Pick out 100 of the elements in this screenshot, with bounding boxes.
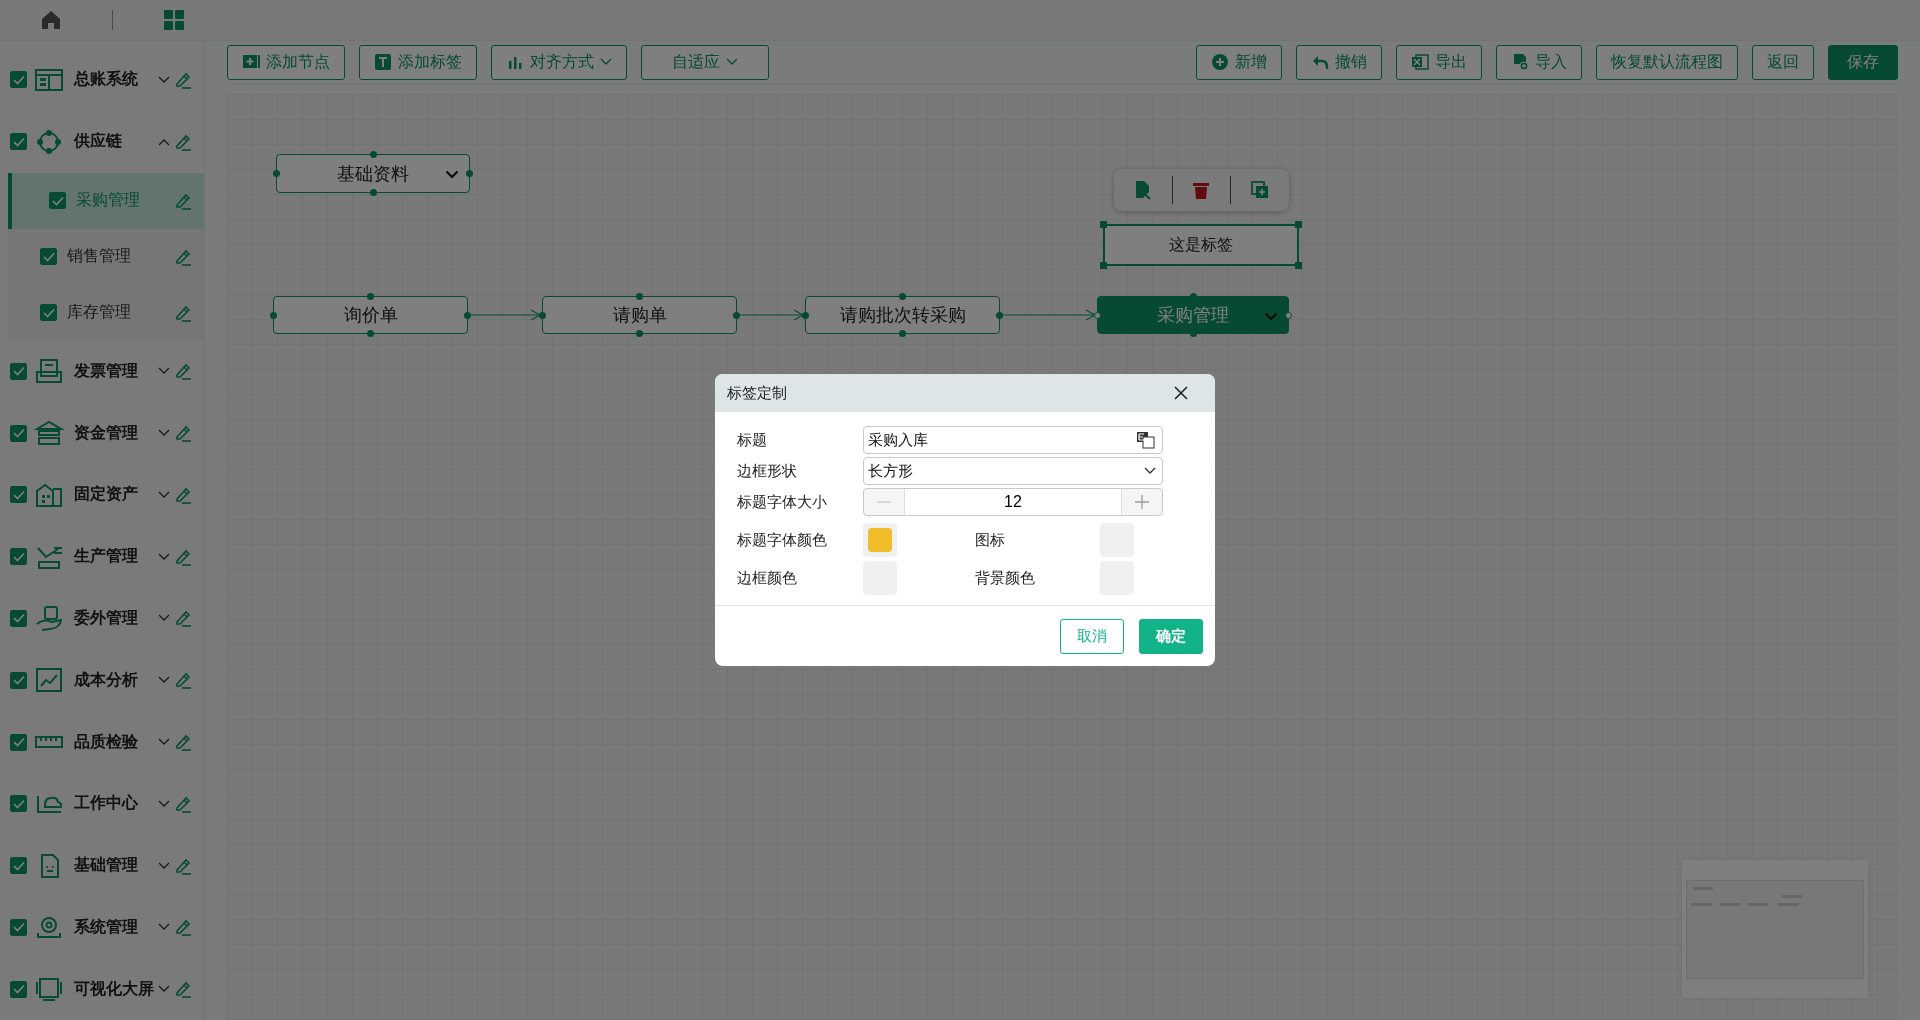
number-field[interactable]: 12 xyxy=(904,489,1122,515)
home-icon[interactable] xyxy=(40,9,62,31)
checkbox[interactable] xyxy=(49,192,66,210)
sidebar-item[interactable]: 品质检验 xyxy=(0,711,204,773)
grid-icon[interactable] xyxy=(163,9,185,31)
edit-icon[interactable] xyxy=(174,980,192,999)
toolbar-button[interactable]: 导入 xyxy=(1496,44,1582,80)
submenu-item[interactable]: 销售管理 xyxy=(8,228,204,285)
edit-icon[interactable] xyxy=(174,671,192,690)
sidebar-item[interactable]: 系统管理 xyxy=(0,896,204,959)
copy-icon[interactable] xyxy=(1249,180,1270,200)
confirm-button[interactable]: 确定 xyxy=(1139,618,1203,654)
connection-port[interactable] xyxy=(369,151,377,158)
sidebar-item[interactable]: 生产管理 xyxy=(0,525,204,588)
resize-handle[interactable] xyxy=(1295,221,1302,228)
delete-icon[interactable] xyxy=(1191,180,1212,200)
resize-handle[interactable] xyxy=(1100,221,1107,228)
connection-port[interactable] xyxy=(1285,311,1292,319)
select-field[interactable]: 长方形 xyxy=(863,457,1163,485)
sidebar-item[interactable]: 固定资产 xyxy=(0,464,204,526)
sidebar-item[interactable]: 委外管理 xyxy=(0,587,204,650)
network-icon xyxy=(34,127,64,156)
sidebar-item[interactable]: 发票管理 xyxy=(0,340,204,403)
connection-port[interactable] xyxy=(539,311,546,319)
checkbox[interactable] xyxy=(10,486,27,504)
chevron-up-icon[interactable] xyxy=(158,137,170,146)
toolbar-button[interactable]: 返回 xyxy=(1752,44,1814,80)
toolbar-button[interactable]: 添加节点 xyxy=(227,44,345,80)
toolbar-button[interactable]: 导出 xyxy=(1396,44,1482,80)
edit-icon[interactable] xyxy=(174,547,192,566)
cancel-button[interactable]: 取消 xyxy=(1060,618,1124,654)
translate-icon[interactable] xyxy=(1136,431,1156,449)
connection-port[interactable] xyxy=(1094,311,1101,319)
connection-port[interactable] xyxy=(899,293,906,300)
connection-port[interactable] xyxy=(636,330,643,337)
checkbox[interactable] xyxy=(10,424,27,442)
connection-port[interactable] xyxy=(464,311,471,319)
edit-icon[interactable] xyxy=(174,609,192,628)
edit-icon[interactable] xyxy=(174,70,192,89)
chevron-down-icon[interactable] xyxy=(1144,467,1156,475)
resize-handle[interactable] xyxy=(1100,262,1107,269)
edit-icon[interactable] xyxy=(174,856,192,875)
flow-node[interactable]: 采购管理 xyxy=(1097,296,1289,334)
checkbox[interactable] xyxy=(40,304,57,322)
checkbox[interactable] xyxy=(10,671,27,689)
checkbox[interactable] xyxy=(10,980,27,998)
checkbox[interactable] xyxy=(10,71,27,89)
toolbar-button[interactable]: 恢复默认流程图 xyxy=(1596,44,1738,80)
connection-port[interactable] xyxy=(367,293,374,300)
sidebar-item[interactable]: 成本分析 xyxy=(0,649,204,712)
connection-port[interactable] xyxy=(802,311,809,319)
toolbar-button[interactable]: 对齐方式 xyxy=(491,44,627,80)
toolbar-button[interactable]: 撤销 xyxy=(1296,44,1382,80)
checkbox[interactable] xyxy=(10,918,27,936)
connection-port[interactable] xyxy=(636,293,643,300)
connection-port[interactable] xyxy=(466,170,473,177)
connection-port[interactable] xyxy=(899,330,906,337)
checkbox[interactable] xyxy=(10,609,27,627)
sidebar-item[interactable]: 基础管理 xyxy=(0,834,204,897)
sidebar-item[interactable]: 工作中心 xyxy=(0,772,204,835)
sidebar-item[interactable]: 供应链 xyxy=(0,110,204,173)
label-node[interactable]: 这是标签 xyxy=(1103,224,1299,266)
edit-icon[interactable] xyxy=(174,303,192,322)
edit-icon[interactable] xyxy=(174,191,192,210)
submenu-item[interactable]: 库存管理 xyxy=(8,284,204,341)
connection-port[interactable] xyxy=(733,311,740,319)
resize-handle[interactable] xyxy=(1295,262,1302,269)
toolbar-button[interactable]: 自适应 xyxy=(641,44,769,80)
checkbox[interactable] xyxy=(10,857,27,875)
edit-icon[interactable] xyxy=(174,362,192,381)
close-icon[interactable] xyxy=(1173,385,1189,401)
connection-port[interactable] xyxy=(270,311,277,319)
connection-port[interactable] xyxy=(369,189,377,196)
toolbar-button[interactable]: 添加标签 xyxy=(359,44,477,80)
checkbox[interactable] xyxy=(40,248,57,266)
checkbox[interactable] xyxy=(10,362,27,380)
checkbox[interactable] xyxy=(10,133,27,151)
sidebar-item[interactable]: 资金管理 xyxy=(0,402,204,465)
edit-icon[interactable] xyxy=(174,424,192,443)
edit-icon[interactable] xyxy=(174,918,192,937)
checkbox[interactable] xyxy=(10,548,27,566)
edit-icon[interactable] xyxy=(174,247,192,266)
text-field[interactable]: 采购入库 xyxy=(863,426,1163,454)
toolbar-button[interactable]: 保存 xyxy=(1828,44,1898,80)
checkbox[interactable] xyxy=(10,795,27,813)
flow-node[interactable]: 询价单 xyxy=(273,296,468,334)
flow-node[interactable]: 基础资料 xyxy=(276,154,470,193)
edit-icon[interactable] xyxy=(174,485,192,504)
edit-icon[interactable] xyxy=(174,733,192,751)
toolbar-button[interactable]: 新增 xyxy=(1196,44,1282,80)
flow-node[interactable]: 请购批次转采购 xyxy=(805,296,1000,334)
checkbox[interactable] xyxy=(10,733,27,751)
sidebar-item[interactable]: 总账系统 xyxy=(0,49,204,111)
sidebar-item[interactable]: 可视化大屏 xyxy=(0,958,204,1020)
connection-port[interactable] xyxy=(273,170,280,177)
edit-icon[interactable] xyxy=(174,794,192,813)
edit-icon[interactable] xyxy=(174,132,192,151)
flow-node[interactable]: 请购单 xyxy=(542,296,737,334)
connection-port[interactable] xyxy=(996,311,1003,319)
connection-port[interactable] xyxy=(367,330,374,337)
